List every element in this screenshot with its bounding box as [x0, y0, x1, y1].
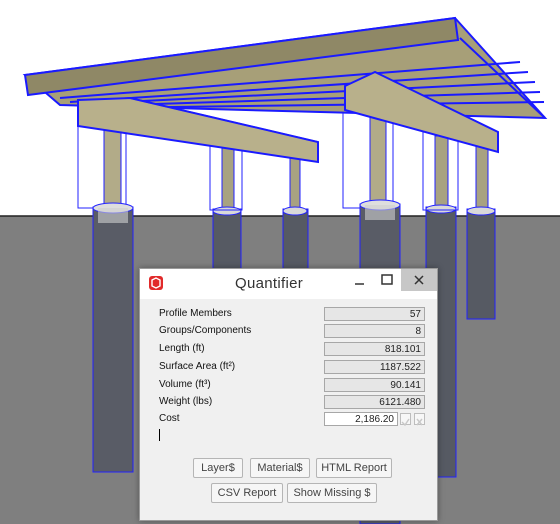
dialog-title: Quantifier [235, 275, 304, 292]
cost-input[interactable]: 2,186.20 [324, 412, 398, 426]
row-label: Groups/Components [159, 325, 252, 336]
row-surface-area: Surface Area (ft²) 1187.522 [159, 360, 431, 376]
row-volume: Volume (ft³) 90.141 [159, 378, 431, 394]
row-label: Profile Members [159, 308, 232, 319]
quantifier-dialog: Quantifier Profile Members 57 Groups/Com… [139, 268, 438, 521]
row-cost: Cost 2,186.20 [159, 412, 431, 428]
row-value: 818.101 [324, 342, 425, 356]
row-length: Length (ft) 818.101 [159, 342, 431, 358]
show-missing-button[interactable]: Show Missing $ [287, 483, 377, 503]
material-cost-button[interactable]: Material$ [250, 458, 310, 478]
minimize-icon[interactable] [345, 269, 373, 291]
close-icon[interactable] [401, 269, 437, 291]
row-value: 57 [324, 307, 425, 321]
row-profile-members: Profile Members 57 [159, 307, 431, 323]
row-label: Cost [159, 413, 180, 424]
row-label: Length (ft) [159, 343, 205, 354]
row-value: 1187.522 [324, 360, 425, 374]
row-weight: Weight (lbs) 6121.480 [159, 395, 431, 411]
row-label: Surface Area (ft²) [159, 361, 236, 372]
maximize-icon[interactable] [373, 269, 401, 291]
row-value: 6121.480 [324, 395, 425, 409]
row-value: 90.141 [324, 378, 425, 392]
text-cursor [159, 429, 160, 441]
cancel-icon[interactable] [414, 413, 425, 426]
row-groups-components: Groups/Components 8 [159, 324, 431, 340]
sketchup-icon [148, 275, 164, 291]
check-icon[interactable] [400, 413, 411, 427]
row-label: Weight (lbs) [159, 396, 213, 407]
html-report-button[interactable]: HTML Report [316, 458, 392, 478]
title-bar[interactable]: Quantifier [140, 269, 437, 299]
row-label: Volume (ft³) [159, 379, 211, 390]
csv-report-button[interactable]: CSV Report [211, 483, 283, 503]
layer-cost-button[interactable]: Layer$ [193, 458, 243, 478]
row-value: 8 [324, 324, 425, 338]
